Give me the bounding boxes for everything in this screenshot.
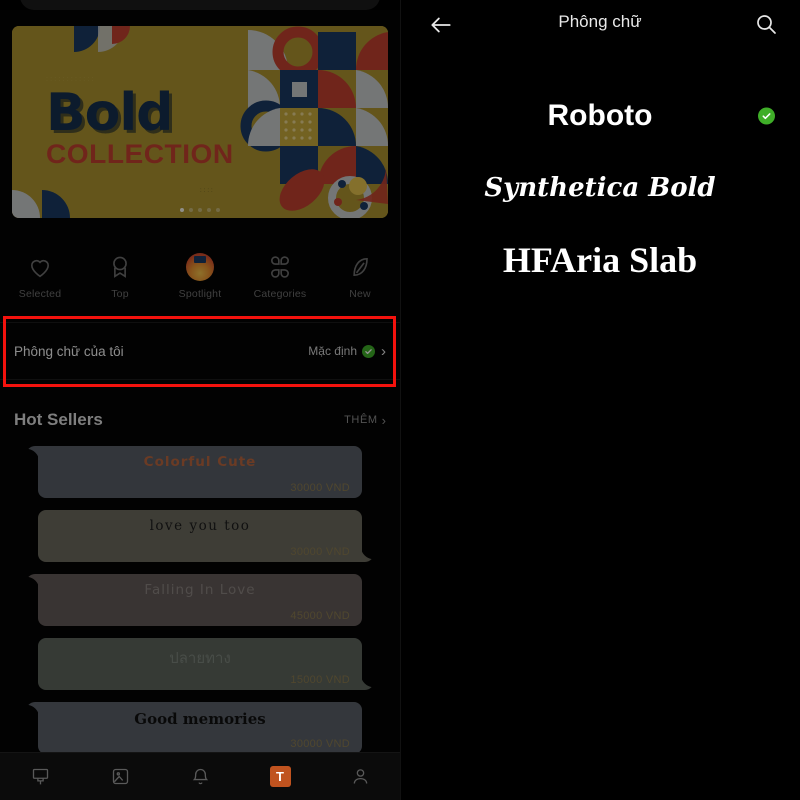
pager-dot[interactable] [207, 208, 211, 212]
see-more-label: THÊM [344, 414, 378, 426]
nav-item-wallpapers[interactable] [80, 766, 160, 787]
brush-icon [30, 766, 51, 787]
hot-sellers-header: Hot Sellers THÊM › [0, 400, 400, 440]
font-store-panel: :::::::::::: Bold COLLECTION :::: Select… [0, 0, 400, 800]
page-title: Phông chữ [558, 12, 642, 31]
nav-item-fonts[interactable]: T [240, 766, 320, 787]
section-title: Hot Sellers [14, 410, 103, 429]
font-option-row[interactable]: HFAria Slab [400, 224, 800, 296]
font-option-row[interactable]: Roboto [400, 80, 800, 152]
chevron-right-icon: › [381, 342, 386, 360]
category-label: Selected [18, 287, 62, 300]
category-label: Spotlight [178, 287, 222, 300]
bell-icon [190, 766, 211, 787]
image-icon [110, 766, 131, 787]
my-font-value: Mặc định [308, 344, 357, 358]
font-card[interactable]: Falling In Love 45000 VND [26, 574, 362, 626]
card-price: 45000 VND [290, 610, 350, 622]
card-price: 15000 VND [290, 674, 350, 686]
category-tab-categories[interactable]: Categories [240, 253, 320, 300]
selected-check-icon [758, 107, 775, 125]
card-font-name: Good memories [134, 710, 266, 728]
nav-item-notifications[interactable] [160, 766, 240, 787]
card-font-name: ปลายทาง [169, 649, 231, 667]
green-check-icon [362, 344, 375, 358]
heart-icon [26, 253, 54, 281]
clover-grid-icon [266, 253, 294, 281]
category-tab-row: Selected Top Spotlight Categories New [0, 240, 400, 312]
category-tab-selected[interactable]: Selected [0, 253, 80, 300]
card-font-name: Falling In Love [144, 582, 256, 598]
font-card[interactable]: Good memories 30000 VND [26, 702, 362, 754]
card-price: 30000 VND [290, 546, 350, 558]
card-tail [360, 546, 374, 562]
card-font-name: Colorful Cute [143, 454, 257, 470]
category-label: Top [111, 287, 129, 300]
nav-item-themes[interactable] [0, 766, 80, 787]
category-label: Categories [253, 287, 307, 300]
leaf-icon [346, 253, 374, 281]
font-picker-header: Phông chữ [400, 0, 800, 50]
ribbon-icon [106, 253, 134, 281]
card-price: 30000 VND [290, 738, 350, 750]
promo-banner[interactable]: :::::::::::: Bold COLLECTION :::: [12, 26, 388, 218]
font-option-name: Synthetica Bold [484, 173, 716, 203]
see-more-button[interactable]: THÊM › [344, 414, 386, 427]
card-font-name: love you too [149, 518, 251, 534]
category-tab-top[interactable]: Top [80, 253, 160, 300]
font-option-name: HFAria Slab [502, 240, 698, 280]
pager-dot[interactable] [198, 208, 202, 212]
font-card[interactable]: Colorful Cute 30000 VND [26, 446, 362, 498]
banner-dots-top: :::::::::::: [46, 76, 96, 83]
category-label: New [349, 287, 371, 300]
nav-item-profile[interactable] [320, 766, 400, 787]
card-tail [360, 674, 374, 690]
banner-text-block: :::::::::::: Bold COLLECTION [46, 76, 233, 169]
category-tab-spotlight[interactable]: Spotlight [160, 252, 240, 300]
font-option-name: Roboto [547, 99, 653, 132]
category-tab-new[interactable]: New [320, 253, 400, 300]
banner-dots-bottom: :::: [200, 188, 215, 194]
pager-dot[interactable] [180, 208, 184, 212]
my-font-row[interactable]: Phông chữ của tôi Mặc định › [0, 322, 400, 380]
pager-dot[interactable] [216, 208, 220, 212]
font-card[interactable]: love you too 30000 VND [38, 510, 374, 562]
my-font-value-group: Mặc định › [308, 344, 386, 359]
banner-pager[interactable] [12, 208, 388, 212]
search-icon[interactable] [754, 12, 778, 36]
card-price: 30000 VND [290, 482, 350, 494]
font-option-row[interactable]: Synthetica Bold [400, 152, 800, 224]
app-root: :::::::::::: Bold COLLECTION :::: Select… [0, 0, 800, 800]
my-font-label: Phông chữ của tôi [14, 343, 124, 359]
panel-divider [400, 0, 401, 800]
banner-subtitle: COLLECTION [46, 139, 234, 169]
banner-title: Bold [46, 83, 173, 143]
font-option-list: Roboto Synthetica Bold HFAria Slab [400, 50, 800, 296]
top-rounded-bar [20, 0, 380, 10]
bottom-navigation-bar: T [0, 752, 400, 800]
spotlight-avatar-icon [186, 252, 214, 281]
font-picker-panel: Phông chữ Roboto Synthetica Bold HFAria … [400, 0, 800, 800]
hot-sellers-list: Colorful Cute 30000 VND love you too 300… [0, 446, 400, 766]
text-t-icon: T [269, 766, 291, 787]
pager-dot[interactable] [189, 208, 193, 212]
font-card[interactable]: ปลายทาง 15000 VND [38, 638, 374, 690]
person-icon [350, 766, 371, 787]
chevron-right-icon: › [381, 412, 386, 428]
